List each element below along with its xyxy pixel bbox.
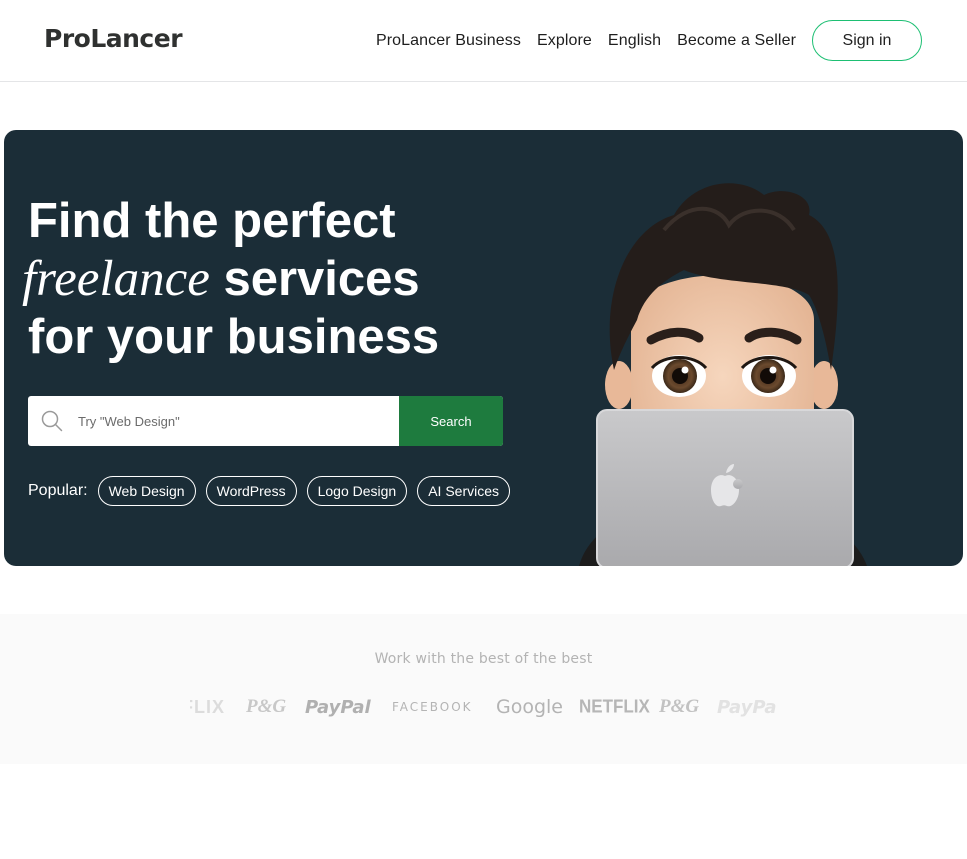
- brand-paypal: PayPal: [305, 696, 371, 718]
- sign-in-button[interactable]: Sign in: [812, 20, 922, 61]
- headline-services: services: [209, 252, 420, 306]
- logo[interactable]: ProLancer: [44, 24, 183, 53]
- brand-pg: P&G: [246, 696, 287, 717]
- search-icon: [28, 396, 72, 446]
- brand-netflix-partial: FLIX: [190, 696, 225, 717]
- tag-web-design[interactable]: Web Design: [97, 476, 196, 506]
- headline-line-1: Find the perfect: [28, 194, 396, 248]
- brand-netflix: NETFLIX: [579, 696, 650, 717]
- brand-paypal-partial: PayPa: [717, 696, 777, 718]
- site-header: ProLancer ProLancer Business Explore Eng…: [0, 0, 967, 82]
- brand-logos: FLIX P&G PayPal FACEBOOK Google NETFLIX …: [190, 694, 780, 720]
- headline-line-2: freelance services: [22, 250, 439, 308]
- tag-logo-design[interactable]: Logo Design: [306, 476, 408, 506]
- trusted-by-section: Work with the best of the best FLIX P&G …: [0, 614, 967, 764]
- nav-prolancer-business[interactable]: ProLancer Business: [376, 32, 521, 50]
- headline-line-3: for your business: [28, 310, 440, 364]
- search-input[interactable]: [72, 396, 399, 446]
- main-nav: ProLancer Business Explore English Becom…: [376, 20, 922, 61]
- hero-headline: Find the perfect freelance services for …: [22, 192, 440, 366]
- popular-tags: Popular: Web Design WordPress Logo Desig…: [28, 476, 520, 506]
- brand-google: Google: [496, 696, 564, 718]
- trusted-title: Work with the best of the best: [374, 651, 593, 667]
- nav-become-seller[interactable]: Become a Seller: [677, 32, 796, 50]
- search-button[interactable]: Search: [399, 396, 503, 446]
- headline-italic: freelance: [22, 251, 210, 307]
- popular-label: Popular:: [28, 482, 88, 499]
- search-bar: Search: [28, 396, 503, 446]
- brand-facebook: FACEBOOK: [392, 700, 473, 714]
- nav-language[interactable]: English: [608, 32, 661, 50]
- hero-banner: Find the perfect freelance services for …: [4, 130, 963, 566]
- tag-wordpress[interactable]: WordPress: [205, 476, 297, 506]
- hero-illustration: [579, 183, 867, 566]
- brand-pg-2: P&G: [659, 696, 700, 717]
- nav-explore[interactable]: Explore: [537, 32, 592, 50]
- tag-ai-services[interactable]: AI Services: [417, 476, 511, 506]
